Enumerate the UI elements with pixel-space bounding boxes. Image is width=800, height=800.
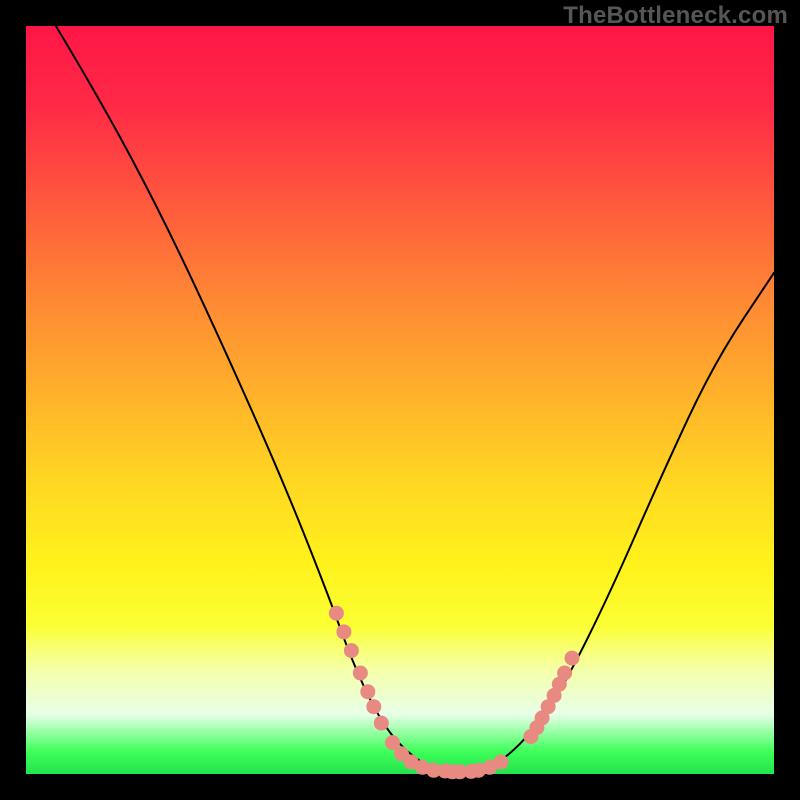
highlighted-dot <box>329 606 343 620</box>
highlighted-dot <box>494 755 508 769</box>
highlighted-dot <box>344 644 358 658</box>
highlighted-dot <box>374 716 388 730</box>
highlighted-dots-group <box>329 606 579 779</box>
highlighted-dot <box>353 666 367 680</box>
highlighted-dot <box>367 700 381 714</box>
highlighted-dot <box>337 625 351 639</box>
curve-svg <box>26 26 774 774</box>
highlighted-dot <box>565 651 579 665</box>
chart-frame: TheBottleneck.com <box>0 0 800 800</box>
bottleneck-curve <box>56 26 774 773</box>
highlighted-dot <box>361 685 375 699</box>
plot-area <box>26 26 774 774</box>
highlighted-dot <box>558 666 572 680</box>
highlighted-dot <box>386 736 400 750</box>
